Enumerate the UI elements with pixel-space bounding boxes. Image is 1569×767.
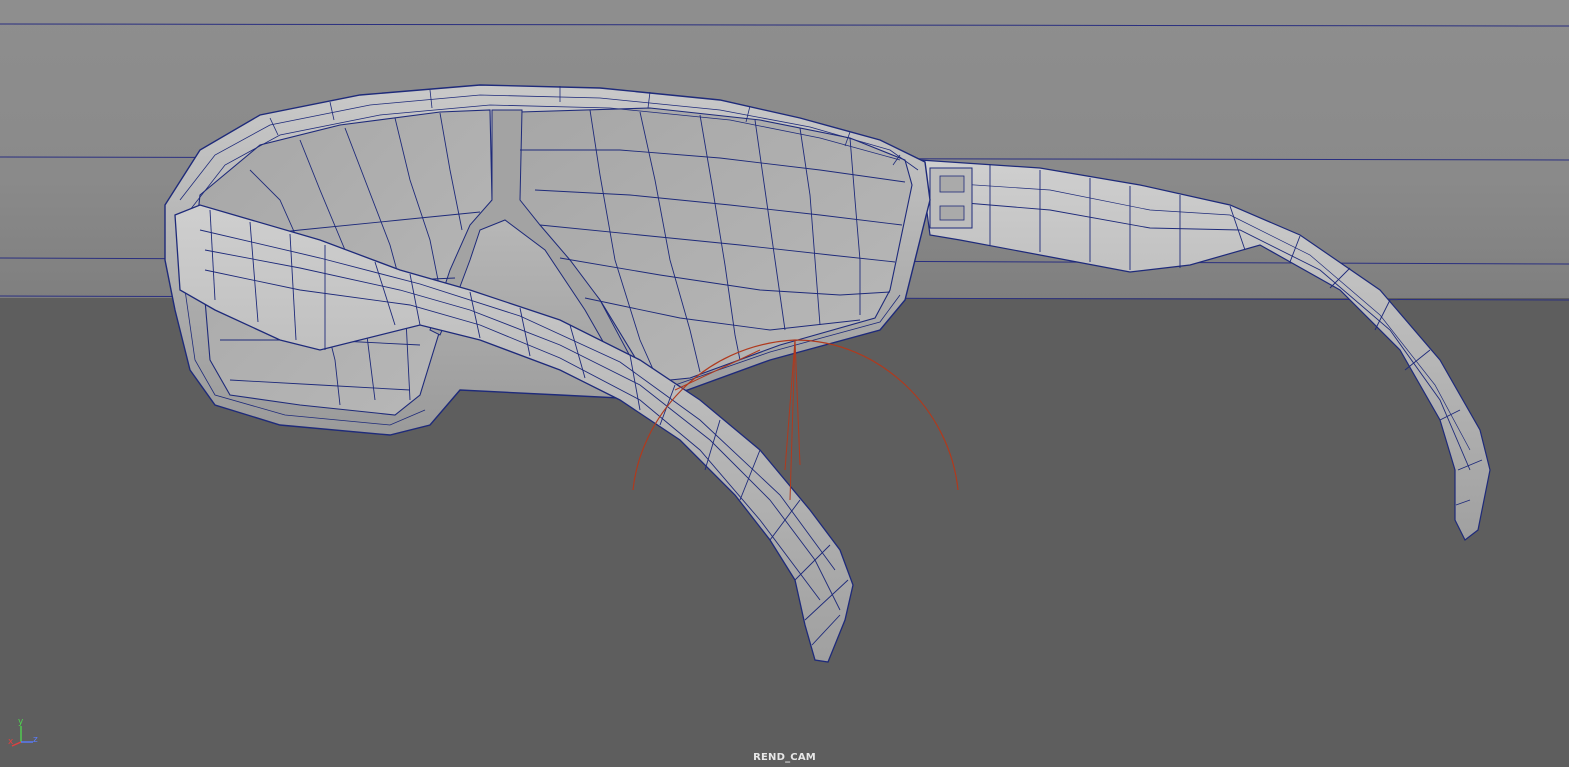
axis-y-label: y [18, 717, 24, 727]
rotate-manipulator[interactable] [0, 0, 1569, 767]
view-axis-gizmo: y x z [8, 718, 42, 750]
axis-x-label: x [8, 737, 14, 747]
axis-z-label: z [33, 735, 38, 745]
3d-viewport[interactable]: y x z REND_CAM [0, 0, 1569, 767]
camera-name-label: REND_CAM [753, 752, 816, 763]
